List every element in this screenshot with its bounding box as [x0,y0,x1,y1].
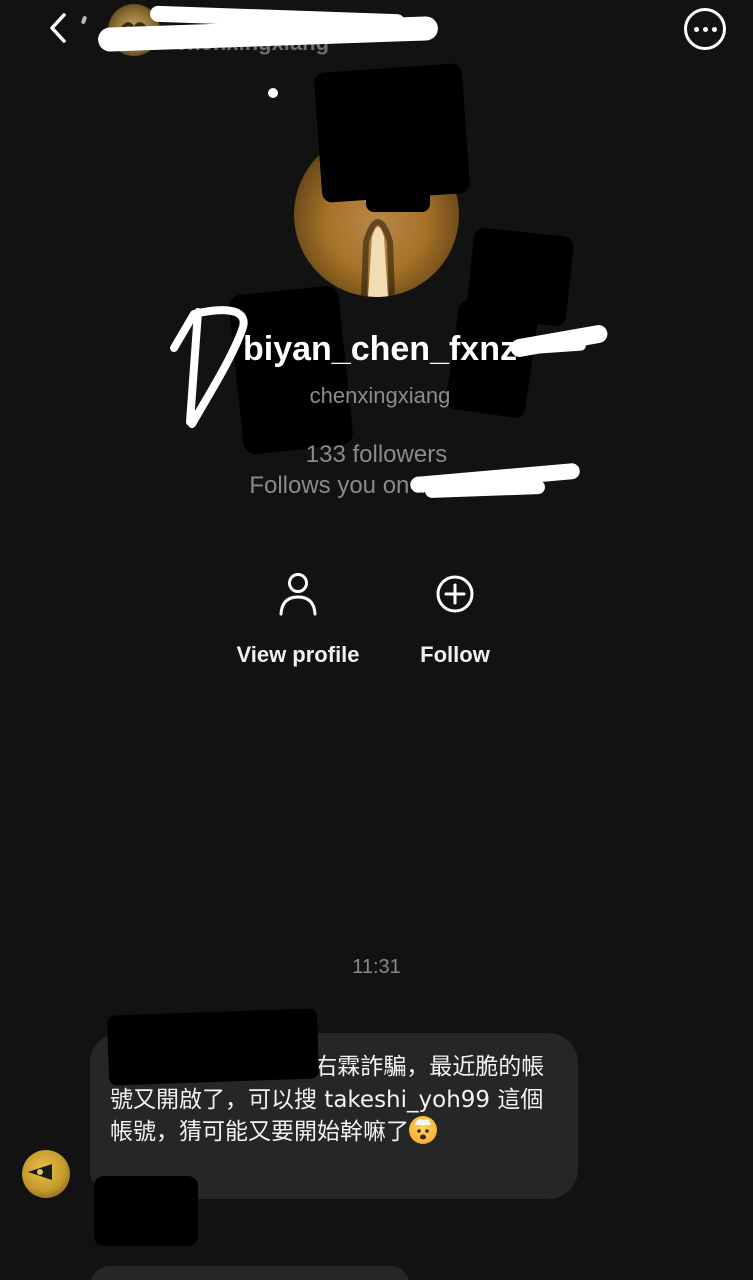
scribble-mark [170,306,248,428]
blackout-mark [94,1176,198,1246]
redaction-mark [535,340,587,354]
message-timestamp: 11:31 [352,956,401,978]
follow-button[interactable]: Follow [370,568,540,674]
profile-username: chenxingxiang [309,383,451,408]
more-dot [702,26,708,32]
back-button[interactable] [34,6,82,50]
stray-dot [268,88,278,98]
view-profile-button[interactable]: View profile [213,568,383,674]
person-icon [276,568,320,620]
message-bubble-next[interactable] [90,1266,410,1280]
more-dot [711,26,717,32]
exploding-head-emoji-icon [409,1116,437,1144]
chevron-left-icon [50,13,66,43]
blackout-mark [106,1008,320,1086]
view-profile-label: View profile [236,642,360,667]
header-tick [80,15,88,25]
avatar-pattern-icon [28,1164,52,1180]
blackout-mark [366,160,430,212]
more-options-button[interactable] [684,8,726,50]
plus-circle-icon [433,568,477,620]
more-horizontal-icon [693,26,699,32]
follow-label: Follow [420,642,490,667]
sender-avatar[interactable] [22,1150,70,1198]
